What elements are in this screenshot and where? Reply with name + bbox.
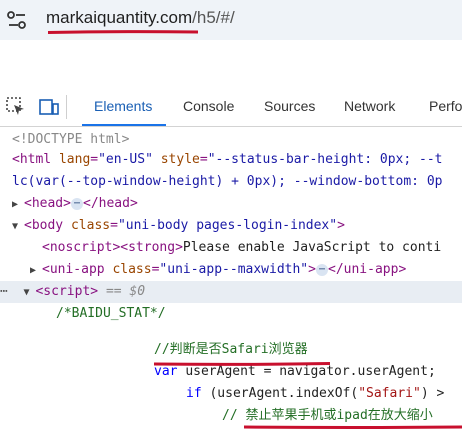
collapse-arrow-icon[interactable]: ▼ xyxy=(23,282,35,304)
dom-line-baidu-comment: /*BAIDU_STAT*/ xyxy=(56,306,166,321)
dom-line-safari-comment: //判断是否Safari浏览器 xyxy=(154,342,308,357)
active-tab-indicator xyxy=(82,124,166,126)
dom-line-noscript[interactable]: <noscript><strong>Please enable JavaScri… xyxy=(42,237,441,259)
address-bar[interactable]: markaiquantity.com/h5/#/ xyxy=(0,0,462,40)
device-toolbar-icon[interactable] xyxy=(38,96,60,118)
collapse-arrow-icon[interactable]: ▼ xyxy=(12,216,24,238)
dom-line-zoom-comment: // 禁止苹果手机或ipad在放大缩小 xyxy=(222,408,433,423)
tab-console[interactable]: Console xyxy=(183,98,234,114)
dom-line-html-cont: lc(var(--top-window-height) + 0px); --wi… xyxy=(12,174,443,189)
expand-arrow-icon[interactable]: ▶ xyxy=(12,194,24,216)
tune-icon[interactable] xyxy=(6,10,28,30)
ellipsis-badge[interactable]: ⋯ xyxy=(70,197,83,210)
tab-performance[interactable]: Perfo xyxy=(429,98,462,114)
tab-divider xyxy=(66,95,67,119)
page-gap xyxy=(0,40,462,89)
safari-comment-underline-annotation xyxy=(154,362,330,366)
dom-line-if: if (userAgent.indexOf("Safari") > xyxy=(186,386,445,401)
ellipsis-badge[interactable]: ⋯ xyxy=(315,263,328,276)
dom-line-head[interactable]: ▶ <head> ⋯ </head> xyxy=(12,193,138,215)
tab-network[interactable]: Network xyxy=(344,98,395,114)
url-path: /h5/#/ xyxy=(192,8,235,27)
dom-line-doctype[interactable]: <!DOCTYPE html> xyxy=(12,129,129,151)
tab-sources[interactable]: Sources xyxy=(264,98,315,114)
dom-tree-panel: <!DOCTYPE html> <html lang="en-US" style… xyxy=(0,127,462,431)
dom-line-script-selected[interactable]: ⋯ ▼ <script> == $0 xyxy=(0,281,462,303)
expand-arrow-icon[interactable]: ▶ xyxy=(30,260,42,282)
dom-line-html[interactable]: <html lang="en-US" style="--status-bar-h… xyxy=(12,149,443,171)
tab-elements[interactable]: Elements xyxy=(94,98,152,114)
url-text[interactable]: markaiquantity.com/h5/#/ xyxy=(46,8,235,28)
url-underline-annotation xyxy=(48,30,198,34)
url-domain: markaiquantity.com xyxy=(46,8,193,27)
dom-line-body[interactable]: ▼ <body class="uni-body pages-login-index… xyxy=(12,215,345,237)
element-picker-icon[interactable] xyxy=(5,96,27,118)
zoom-comment-underline-annotation xyxy=(244,425,462,429)
dom-line-uni-app[interactable]: ▶ <uni-app class="uni-app--maxwidth"> ⋯ </u… xyxy=(30,259,406,281)
